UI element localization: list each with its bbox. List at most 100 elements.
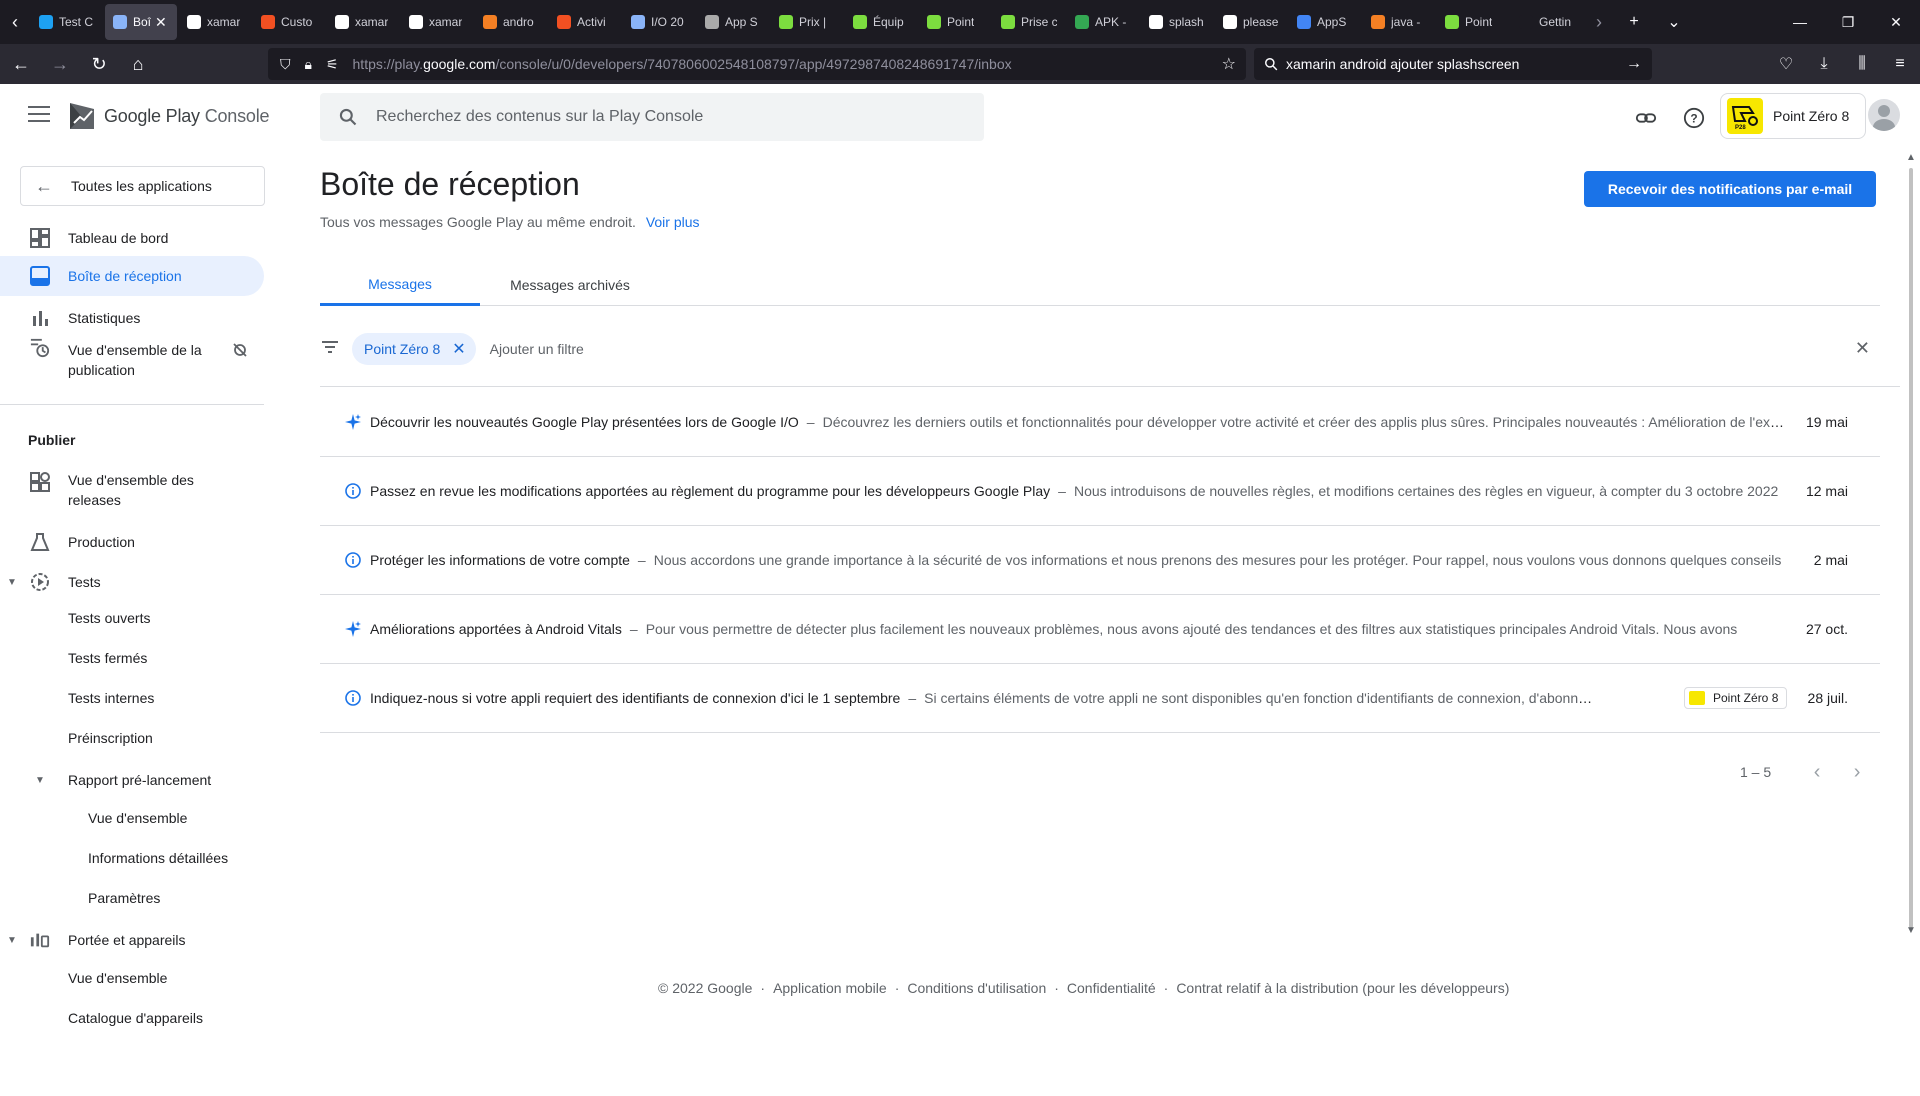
browser-tab[interactable]: Gettin [1511, 4, 1583, 40]
clear-filters-icon[interactable]: ✕ [1855, 338, 1870, 359]
sidebar-item-open-testing[interactable]: Tests ouverts [68, 610, 150, 626]
browser-tab[interactable]: Prise c [993, 4, 1065, 40]
list-all-tabs-icon[interactable]: ⌄ [1654, 0, 1694, 44]
restore-icon[interactable]: ❐ [1824, 0, 1872, 44]
hamburger-menu-icon[interactable] [28, 106, 50, 124]
remove-filter-icon[interactable]: ✕ [452, 339, 465, 359]
sidebar-item-releases-overview[interactable]: Vue d'ensemble des releases [0, 468, 264, 512]
permissions-icon[interactable]: ⚟ [326, 56, 339, 73]
close-tab-icon[interactable]: ✕ [155, 14, 167, 31]
library-icon[interactable]: ⫼ [1844, 46, 1880, 82]
message-row[interactable]: Passez en revue les modifications apport… [320, 457, 1880, 526]
message-row[interactable]: Indiquez-nous si votre appli requiert de… [320, 664, 1880, 733]
browser-tab[interactable]: Équip [845, 4, 917, 40]
browser-tab[interactable]: andro [475, 4, 547, 40]
message-row[interactable]: Améliorations apportées à Android Vitals… [320, 595, 1880, 664]
browser-tab[interactable]: Point [919, 4, 991, 40]
sidebar-item-dashboard[interactable]: Tableau de bord [0, 218, 264, 258]
message-separator: – [806, 414, 815, 430]
scroll-down-icon[interactable]: ▼ [1906, 925, 1916, 936]
lock-icon[interactable]: 🔒︎ [305, 56, 312, 73]
new-tab-icon[interactable]: + [1614, 0, 1654, 44]
filter-icon[interactable] [322, 340, 338, 359]
pocket-icon[interactable]: ♡ [1768, 46, 1804, 82]
sidebar-item-pre-registration[interactable]: Préinscription [68, 730, 153, 746]
sidebar-item-reach-overview[interactable]: Vue d'ensemble [68, 970, 167, 986]
sidebar-item-prelaunch-details[interactable]: Informations détaillées [88, 850, 228, 866]
search-icon [1265, 58, 1278, 71]
browser-tab[interactable]: Test C [31, 4, 103, 40]
browser-tab[interactable]: Boî ✕ [105, 4, 177, 40]
browser-tab[interactable]: AppS [1289, 4, 1361, 40]
scroll-up-icon[interactable]: ▲ [1906, 152, 1916, 163]
sidebar-item-inbox[interactable]: Boîte de réception [0, 256, 264, 296]
developer-account-switcher[interactable]: P28 Point Zéro 8 [1720, 93, 1866, 139]
see-more-link[interactable]: Voir plus [646, 214, 700, 230]
user-avatar[interactable] [1868, 99, 1900, 131]
reload-icon[interactable]: ↻ [81, 46, 117, 82]
console-search-input[interactable]: Recherchez des contenus sur la Play Cons… [320, 93, 984, 141]
message-row[interactable]: Protéger les informations de votre compt… [320, 526, 1880, 595]
browser-tab[interactable]: APK - [1067, 4, 1139, 40]
tab-archived-messages[interactable]: Messages archivés [480, 264, 660, 306]
sidebar-item-prelaunch-settings[interactable]: Paramètres [88, 890, 160, 906]
caret-down-icon[interactable]: ▼ [35, 775, 45, 786]
browser-tab[interactable]: Point [1437, 4, 1509, 40]
browser-tab[interactable]: App S [697, 4, 769, 40]
sidebar-item-tests[interactable]: ▼ Tests [0, 562, 264, 602]
sidebar-item-pre-launch-report[interactable]: ▼ Rapport pré-lancement [0, 760, 264, 800]
scrollbar-thumb[interactable] [1909, 168, 1913, 928]
forward-icon[interactable]: → [42, 46, 78, 82]
browser-tab[interactable]: xamar [401, 4, 473, 40]
sidebar-item-device-catalog[interactable]: Catalogue d'appareils [68, 1010, 203, 1026]
previous-page-icon[interactable]: ‹ [1801, 756, 1833, 788]
browser-tab[interactable]: Prix | [771, 4, 843, 40]
browser-tab[interactable]: xamar [327, 4, 399, 40]
add-filter-input[interactable]: Ajouter un filtre [490, 341, 584, 357]
back-icon[interactable]: ← [3, 46, 39, 82]
sidebar-item-statistics[interactable]: Statistiques [0, 298, 264, 338]
caret-down-icon[interactable]: ▼ [7, 577, 17, 588]
browser-tab[interactable]: java - [1363, 4, 1435, 40]
next-page-icon[interactable]: › [1841, 756, 1873, 788]
footer-link-terms[interactable]: Conditions d'utilisation [907, 980, 1046, 996]
sidebar-item-reach-devices[interactable]: ▼ Portée et appareils [0, 920, 264, 960]
minimize-icon[interactable]: — [1776, 0, 1824, 44]
tab-scroll-left-icon[interactable]: ‹ [0, 0, 30, 44]
url-bar[interactable]: ⛉ 🔒︎ ⚟ https://play.google.com/console/u… [268, 48, 1246, 80]
footer-link-distribution-agreement[interactable]: Contrat relatif à la distribution (pour … [1176, 980, 1509, 996]
browser-tab[interactable]: xamar [179, 4, 251, 40]
tab-scroll-right-icon[interactable]: › [1584, 0, 1614, 44]
menu-icon[interactable]: ≡ [1882, 46, 1918, 82]
sync-disabled-icon[interactable] [232, 342, 248, 361]
search-go-icon[interactable]: → [1626, 55, 1642, 73]
sidebar-item-closed-testing[interactable]: Tests fermés [68, 650, 147, 666]
caret-down-icon[interactable]: ▼ [7, 935, 17, 946]
footer-link-privacy[interactable]: Confidentialité [1067, 980, 1156, 996]
browser-tab[interactable]: Custo [253, 4, 325, 40]
sidebar-item-production[interactable]: Production [0, 522, 264, 562]
sidebar-item-prelaunch-overview[interactable]: Vue d'ensemble [88, 810, 187, 826]
tab-messages[interactable]: Messages [320, 264, 480, 306]
downloads-icon[interactable]: ⤓ [1806, 46, 1842, 82]
close-window-icon[interactable]: ✕ [1872, 0, 1920, 44]
email-notifications-button[interactable]: Recevoir des notifications par e-mail [1584, 171, 1876, 207]
play-console-logo[interactable]: Google Play Console [68, 100, 270, 132]
message-row[interactable]: Découvrir les nouveautés Google Play pré… [320, 388, 1880, 457]
help-icon[interactable]: ? [1678, 102, 1710, 134]
shield-icon[interactable]: ⛉ [280, 56, 291, 73]
sidebar-item-publishing-overview[interactable]: Vue d'ensemble de la publication [0, 338, 264, 382]
browser-tab[interactable]: Activi [549, 4, 621, 40]
link-icon[interactable] [1630, 102, 1662, 134]
home-icon[interactable]: ⌂ [120, 46, 156, 82]
browser-tab[interactable]: splash [1141, 4, 1213, 40]
footer-link-mobile-app[interactable]: Application mobile [773, 980, 887, 996]
browser-search-field[interactable]: xamarin android ajouter splashscreen → [1254, 48, 1652, 80]
filter-chip[interactable]: Point Zéro 8 ✕ [352, 333, 476, 365]
sidebar-item-internal-testing[interactable]: Tests internes [68, 690, 154, 706]
browser-tab[interactable]: I/O 20 [623, 4, 695, 40]
bookmark-star-icon[interactable]: ☆ [1222, 54, 1236, 74]
all-apps-button[interactable]: ← Toutes les applications [20, 166, 265, 206]
browser-tab[interactable]: please [1215, 4, 1287, 40]
page-scrollbar[interactable]: ▲ ▼ [1902, 150, 1920, 1096]
